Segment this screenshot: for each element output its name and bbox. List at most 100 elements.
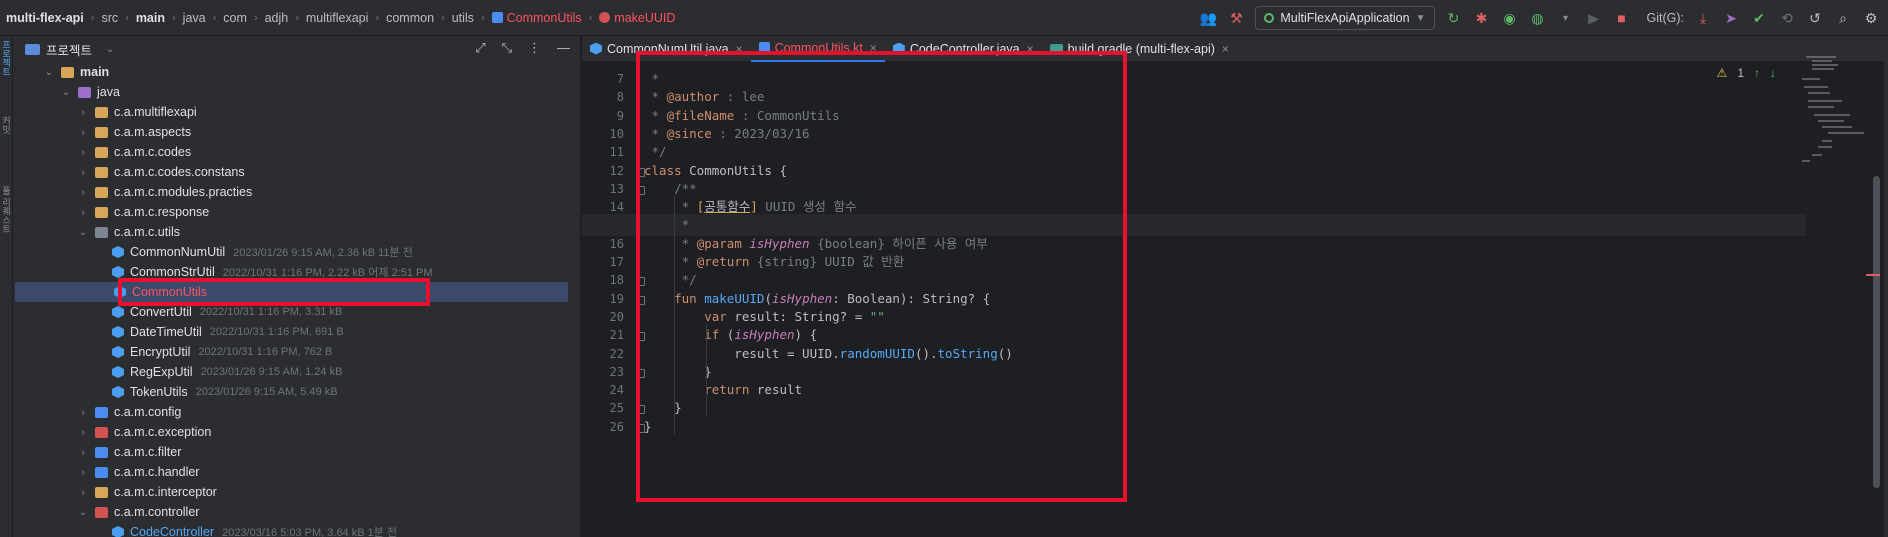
profiler-icon[interactable]: ◍ xyxy=(1529,9,1547,27)
breadcrumb-item[interactable]: main xyxy=(136,11,165,25)
chevron-right-icon[interactable]: › xyxy=(77,467,89,478)
tree-item[interactable]: TokenUtils 2023/01/26 9:15 AM, 5.49 kB xyxy=(13,382,568,402)
tree-item[interactable]: ⌄ c.a.m.controller xyxy=(13,502,568,522)
package-folder-icon xyxy=(95,206,108,218)
breadcrumb-item[interactable]: src xyxy=(101,11,118,25)
expand-all-icon[interactable]: ⤢ xyxy=(475,40,485,56)
breadcrumb-item[interactable]: multiflexapi xyxy=(306,11,369,25)
chevron-down-icon[interactable]: ⌄ xyxy=(77,507,89,518)
build-hammer-icon[interactable]: ⚒ xyxy=(1227,9,1245,27)
tree-item[interactable]: ⌄ java xyxy=(13,82,568,102)
previous-highlight-icon[interactable]: ↑ xyxy=(1754,66,1760,80)
project-panel-title[interactable]: 프로젝트 xyxy=(46,40,92,59)
package-folder-icon xyxy=(95,106,108,118)
breadcrumb-item[interactable]: utils xyxy=(452,11,474,25)
rollback-icon[interactable]: ↺ xyxy=(1806,9,1824,27)
chevron-down-icon[interactable]: ⌄ xyxy=(77,227,89,238)
git-commit-icon[interactable]: ✔ xyxy=(1750,9,1768,27)
tree-item[interactable]: ⌄ main xyxy=(13,62,568,82)
tree-item[interactable]: › c.a.m.c.codes.constans xyxy=(13,162,568,182)
hide-icon[interactable]: — xyxy=(557,40,570,56)
chevron-right-icon[interactable]: › xyxy=(77,107,89,118)
chevron-right-icon[interactable]: › xyxy=(77,427,89,438)
tree-item[interactable]: ⌄ c.a.m.c.utils xyxy=(13,222,568,242)
tree-item[interactable]: › c.a.m.c.interceptor xyxy=(13,482,568,502)
more-run-options-icon[interactable]: ▾ xyxy=(1557,9,1575,27)
git-history-icon[interactable]: ⟲ xyxy=(1778,9,1796,27)
tree-item[interactable]: › c.a.m.c.handler xyxy=(13,462,568,482)
error-stripe-marker[interactable] xyxy=(1866,274,1880,276)
options-icon[interactable]: ⋮ xyxy=(528,40,541,56)
inspection-widget[interactable]: ⚠ 1 ↑ ↓ xyxy=(1717,66,1776,80)
run-icon[interactable]: ▶ xyxy=(1585,9,1603,27)
project-tool-button[interactable]: 프로젝트 xyxy=(0,40,13,76)
rerun-icon[interactable]: ↻ xyxy=(1445,9,1463,27)
breadcrumb-item[interactable]: adjh xyxy=(265,11,289,25)
chevron-down-icon[interactable]: ⌄ xyxy=(43,67,55,78)
coverage-icon[interactable]: ◉ xyxy=(1501,9,1519,27)
chevron-right-icon[interactable]: › xyxy=(77,207,89,218)
chevron-down-icon[interactable]: ⌄ xyxy=(106,44,114,55)
minimap-line xyxy=(1802,78,1820,80)
breadcrumb-separator: › xyxy=(295,11,299,24)
git-update-icon[interactable]: ⤓ xyxy=(1694,9,1712,27)
chevron-right-icon[interactable]: › xyxy=(77,127,89,138)
chevron-right-icon[interactable]: › xyxy=(77,147,89,158)
code-minimap[interactable] xyxy=(1798,56,1864,166)
tree-item[interactable]: DateTimeUtil 2022/10/31 1:16 PM, 691 B xyxy=(13,322,568,342)
tree-item-label: c.a.m.c.filter xyxy=(114,445,182,459)
package-folder-icon xyxy=(95,406,108,418)
tree-item[interactable]: › c.a.multiflexapi xyxy=(13,102,568,122)
collapse-all-icon[interactable]: ⤡ xyxy=(502,40,512,56)
chevron-right-icon[interactable]: › xyxy=(77,407,89,418)
package-folder-icon xyxy=(95,506,108,518)
breadcrumb-item[interactable]: common xyxy=(386,11,434,25)
breadcrumb-item[interactable]: CommonUtils xyxy=(491,11,582,25)
tree-item-label: main xyxy=(80,65,110,79)
breadcrumb-item[interactable]: multi-flex-api xyxy=(6,11,84,25)
tree-item[interactable]: › c.a.m.c.codes xyxy=(13,142,568,162)
tree-item-label: CodeController xyxy=(130,525,215,537)
project-folder-icon xyxy=(25,43,40,55)
chevron-right-icon[interactable]: › xyxy=(77,187,89,198)
pull-requests-tool-button[interactable]: 풀 리퀘스트 xyxy=(0,186,13,234)
breadcrumb-separator: › xyxy=(588,11,593,24)
debug-icon[interactable]: ✱ xyxy=(1473,9,1491,27)
run-configuration-select[interactable]: MultiFlexApiApplication ▼ xyxy=(1255,6,1435,30)
commit-tool-button[interactable]: 커밋 xyxy=(0,116,13,134)
breadcrumb-item[interactable]: com xyxy=(223,11,247,25)
chevron-right-icon[interactable]: › xyxy=(77,487,89,498)
tree-item-label: c.a.m.aspects xyxy=(114,125,192,139)
run-configuration-label: MultiFlexApiApplication xyxy=(1280,11,1410,25)
breadcrumb-item[interactable]: makeUUID xyxy=(599,11,675,25)
git-push-icon[interactable]: ➤ xyxy=(1722,9,1740,27)
editor-scrollbar[interactable] xyxy=(1873,176,1880,488)
chevron-right-icon[interactable]: › xyxy=(77,447,89,458)
tree-item-label: DateTimeUtil xyxy=(130,325,202,339)
stop-icon[interactable]: ■ xyxy=(1613,9,1631,27)
tree-item[interactable]: › c.a.m.c.modules.practies xyxy=(13,182,568,202)
minimap-line xyxy=(1806,56,1836,58)
chevron-right-icon[interactable]: › xyxy=(77,167,89,178)
tree-item-label: c.a.m.c.modules.practies xyxy=(114,185,253,199)
settings-icon[interactable]: ⚙ xyxy=(1862,9,1880,27)
users-icon[interactable]: 👥 xyxy=(1199,9,1217,27)
search-icon[interactable]: ⌕ xyxy=(1834,9,1852,27)
annotation-box-code xyxy=(636,51,1127,502)
breadcrumb-separator: › xyxy=(441,11,445,24)
next-highlight-icon[interactable]: ↓ xyxy=(1770,66,1776,80)
close-icon[interactable]: × xyxy=(1222,42,1229,56)
tree-item[interactable]: › c.a.m.c.exception xyxy=(13,422,568,442)
tree-item[interactable]: EncryptUtil 2022/10/31 1:16 PM, 762 B xyxy=(13,342,568,362)
tree-item[interactable]: RegExpUtil 2023/01/26 9:15 AM, 1.24 kB xyxy=(13,362,568,382)
tree-item[interactable]: › c.a.m.c.filter xyxy=(13,442,568,462)
tree-item[interactable]: › c.a.m.c.response xyxy=(13,202,568,222)
breadcrumb-item[interactable]: java xyxy=(183,11,206,25)
tree-item[interactable]: › c.a.m.config xyxy=(13,402,568,422)
chevron-down-icon[interactable]: ⌄ xyxy=(60,87,72,98)
minimap-line xyxy=(1822,126,1852,128)
tree-item[interactable]: › c.a.m.aspects xyxy=(13,122,568,142)
tree-item[interactable]: CommonNumUtil 2023/01/26 9:15 AM, 2.36 kB… xyxy=(13,242,568,262)
package-folder-icon xyxy=(95,146,108,158)
tree-item[interactable]: CodeController 2023/03/16 5:03 PM, 3.64 k… xyxy=(13,522,568,537)
